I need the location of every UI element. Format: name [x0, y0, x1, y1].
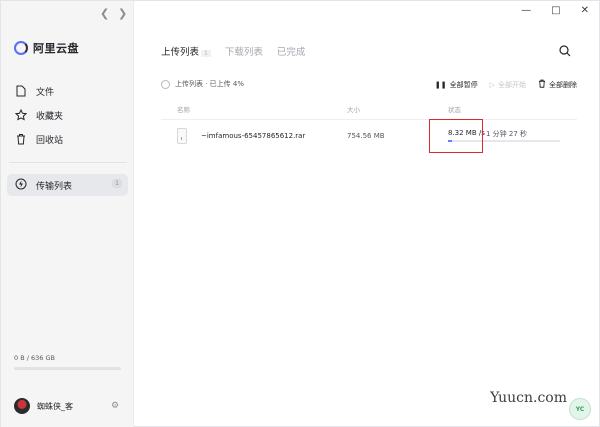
avatar[interactable]: [14, 398, 30, 414]
column-header-size: 大小: [347, 106, 360, 114]
forward-arrow-icon[interactable]: ❯: [118, 7, 127, 21]
time-remaining: 1 分钟 27 秒: [486, 130, 528, 138]
aliyun-logo-icon: [14, 41, 28, 55]
maximize-icon[interactable]: □: [551, 5, 560, 16]
button-label: 全部开始: [498, 80, 526, 89]
tab-label: 已完成: [276, 47, 306, 58]
start-all-button[interactable]: ▷ 全部开始: [490, 80, 526, 90]
trash-icon: [538, 79, 546, 90]
history-nav: ❮ ❯: [100, 7, 127, 21]
user-profile[interactable]: 蜘蛛侠_客: [14, 398, 73, 414]
sidebar-divider: [9, 162, 127, 163]
button-label: 全部暂停: [449, 80, 478, 89]
select-all-radio[interactable]: [161, 79, 170, 89]
file-name: ~imfamous-65457865612.rar: [201, 132, 306, 140]
star-icon: [15, 109, 27, 121]
minimize-icon[interactable]: —: [521, 5, 531, 16]
sidebar-item-favorites[interactable]: 收藏夹: [7, 103, 128, 127]
search-icon[interactable]: [558, 43, 572, 57]
bulk-actions: ❚❚ 全部暂停 ▷ 全部开始 全部删除: [435, 79, 577, 90]
upload-summary: 上传列表 · 已上传 4%: [175, 80, 245, 88]
column-header-name: 名称: [177, 106, 190, 114]
table-row[interactable]: ~imfamous-65457865612.rar 754.56 MB 8.32…: [161, 121, 577, 151]
tab-completed[interactable]: 已完成: [277, 44, 306, 58]
storage-usage-bar: [14, 367, 121, 370]
brand: 阿里云盘: [14, 40, 79, 56]
file-icon: [15, 85, 27, 97]
sidebar-item-label: 收藏夹: [36, 111, 64, 122]
back-arrow-icon[interactable]: ❮: [100, 7, 109, 21]
pause-icon: ❚❚: [434, 80, 447, 89]
tab-download-list[interactable]: 下载列表: [225, 44, 263, 58]
settings-gear-icon[interactable]: ⚙: [111, 401, 119, 411]
speed-highlight-box: [429, 119, 483, 153]
brand-name: 阿里云盘: [33, 42, 79, 55]
sidebar-item-label: 传输列表: [36, 181, 73, 192]
sidebar-item-label: 回收站: [36, 135, 64, 146]
lightning-icon: [15, 178, 27, 193]
window-controls: — □ ✕: [521, 5, 589, 16]
tab-count-badge: 1: [201, 50, 211, 57]
column-header-status: 状态: [448, 106, 461, 114]
sidebar-item-trash[interactable]: 回收站: [7, 127, 128, 151]
transfer-count-badge: 1: [112, 179, 122, 188]
table-header: 名称 大小 状态: [161, 104, 577, 114]
select-all[interactable]: 上传列表 · 已上传 4%: [161, 79, 244, 89]
trash-icon: [15, 133, 27, 145]
storage-usage-text: 0 B / 636 GB: [14, 354, 55, 362]
close-icon[interactable]: ✕: [581, 5, 589, 16]
site-badge-icon: YC: [569, 398, 591, 420]
username: 蜘蛛侠_客: [37, 401, 73, 411]
file-size: 754.56 MB: [347, 132, 385, 140]
app-window: ❮ ❯ 阿里云盘 文件 收藏夹 回收站 传输列表 1 0 B / 636 GB …: [0, 0, 600, 427]
button-label: 全部删除: [549, 80, 577, 89]
header-divider: [161, 119, 577, 120]
toolbar: 上传列表 · 已上传 4% ❚❚ 全部暂停 ▷ 全部开始 全部删除: [161, 79, 577, 91]
sidebar-menu: 文件 收藏夹 回收站: [7, 79, 128, 151]
tab-label: 上传列表: [161, 47, 200, 58]
sidebar-item-files[interactable]: 文件: [7, 79, 128, 103]
sidebar: ❮ ❯ 阿里云盘 文件 收藏夹 回收站 传输列表 1 0 B / 636 GB …: [1, 1, 134, 427]
pause-all-button[interactable]: ❚❚ 全部暂停: [435, 80, 478, 90]
tab-label: 下载列表: [224, 47, 263, 58]
archive-file-icon: [177, 128, 187, 144]
tab-upload-list[interactable]: 上传列表 1: [161, 44, 211, 58]
delete-all-button[interactable]: 全部删除: [538, 79, 577, 90]
sidebar-item-label: 文件: [36, 87, 55, 98]
watermark: Yuucn.com: [490, 390, 567, 406]
sidebar-item-transfer-list[interactable]: 传输列表 1: [7, 174, 128, 196]
transfer-tabs: 上传列表 1 下载列表 已完成: [161, 44, 319, 58]
play-icon: ▷: [489, 80, 495, 89]
